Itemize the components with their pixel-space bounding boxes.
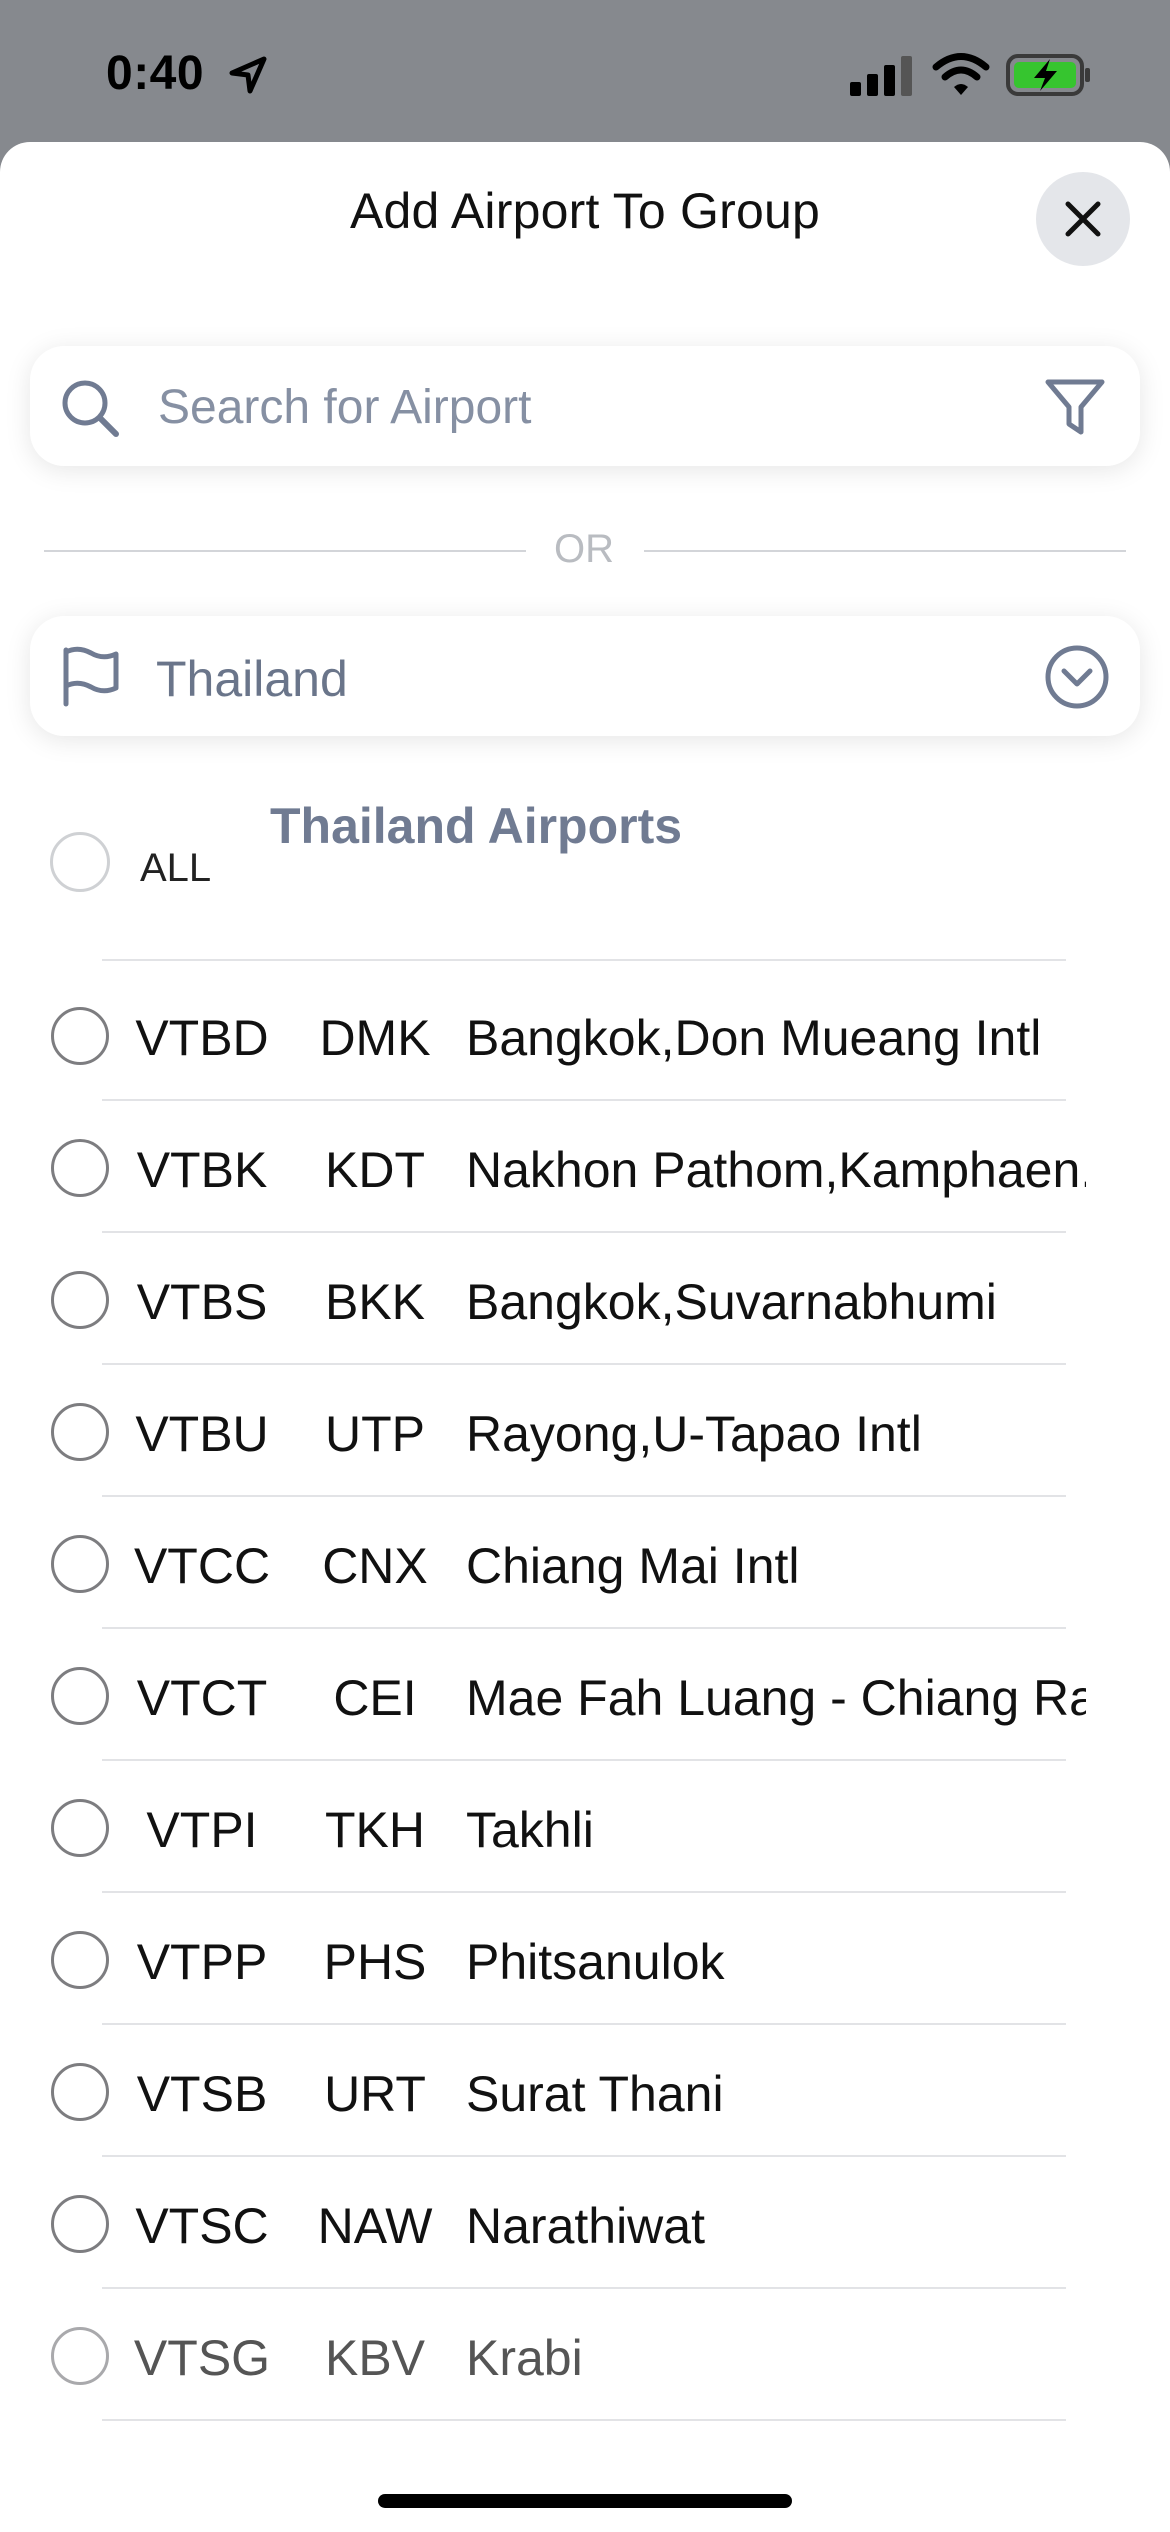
airport-name: Takhli [466, 1802, 594, 1858]
airport-name: Nakhon Pathom,Kamphaen.. [466, 1142, 1086, 1198]
airport-row[interactable]: VTCT CEI Mae Fah Luang - Chiang Ra.. [0, 1629, 1170, 1761]
airport-iata: CNX [322, 1538, 428, 1594]
airport-radio[interactable] [51, 1403, 109, 1461]
airport-iata: KDT [325, 1142, 425, 1198]
list-divider [102, 959, 1066, 961]
airport-row[interactable]: VTSG KBV Krabi [0, 2289, 1170, 2421]
airport-icao: VTSC [135, 2198, 269, 2254]
or-label: OR [554, 527, 614, 571]
airport-icao: VTPP [136, 1934, 268, 1990]
airport-radio[interactable] [51, 1535, 109, 1593]
airport-iata: URT [324, 2066, 426, 2122]
close-button[interactable] [1036, 172, 1130, 266]
section-title: Thailand Airports [270, 798, 683, 854]
airport-icao: VTSG [133, 2330, 271, 2386]
select-all-label: ALL [140, 846, 212, 890]
airport-iata: UTP [325, 1406, 425, 1462]
wifi-icon [932, 53, 990, 95]
airport-radio[interactable] [51, 2063, 109, 2121]
airport-iata: PHS [323, 1934, 427, 1990]
status-time: 0:40 [106, 47, 205, 100]
airport-radio[interactable] [51, 1139, 109, 1197]
chevron-down-circle-icon[interactable] [1044, 644, 1110, 710]
airport-row[interactable]: VTSC NAW Narathiwat [0, 2157, 1170, 2289]
country-select-value: Thailand [156, 651, 348, 707]
airport-icao: VTBK [136, 1142, 268, 1198]
airport-icao: VTCT [136, 1670, 268, 1726]
airport-name: Krabi [466, 2330, 583, 2386]
search-input[interactable] [156, 346, 1040, 468]
select-all-radio[interactable] [50, 832, 110, 892]
airport-name: Mae Fah Luang - Chiang Ra.. [466, 1670, 1086, 1726]
airport-row[interactable]: VTPI TKH Takhli [0, 1761, 1170, 1893]
airport-radio[interactable] [51, 1667, 109, 1725]
add-airport-sheet: Add Airport To Group OR Thailand ALL [0, 142, 1170, 2532]
airport-radio[interactable] [51, 1271, 109, 1329]
filter-icon[interactable] [1044, 376, 1106, 438]
airport-icao: VTPI [146, 1802, 258, 1858]
airport-row[interactable]: VTBS BKK Bangkok,Suvarnabhumi [0, 1233, 1170, 1365]
airport-row[interactable]: VTBU UTP Rayong,U-Tapao Intl [0, 1365, 1170, 1497]
airport-radio[interactable] [51, 2327, 109, 2385]
airport-iata: BKK [324, 1274, 426, 1330]
airport-name: Bangkok,Suvarnabhumi [466, 1274, 997, 1330]
battery-charging-icon [1006, 54, 1090, 96]
location-arrow-icon [229, 56, 267, 94]
airport-row[interactable]: VTSB URT Surat Thani [0, 2025, 1170, 2157]
airport-name: Chiang Mai Intl [466, 1538, 800, 1594]
airport-icao: VTBD [135, 1010, 269, 1066]
airport-name: Phitsanulok [466, 1934, 725, 1990]
airport-iata: KBV [324, 2330, 426, 2386]
airport-radio[interactable] [51, 1799, 109, 1857]
airport-iata: DMK [319, 1010, 431, 1066]
separator-line-right [644, 550, 1126, 552]
airport-row[interactable]: VTBK KDT Nakhon Pathom,Kamphaen.. [0, 1101, 1170, 1233]
separator-line-left [44, 550, 526, 552]
airport-icao: VTSB [136, 2066, 268, 2122]
airport-row[interactable]: VTPP PHS Phitsanulok [0, 1893, 1170, 2025]
airport-row[interactable]: VTBD DMK Bangkok,Don Mueang Intl [0, 969, 1170, 1101]
sheet-title: Add Airport To Group [349, 183, 820, 239]
cellular-signal-icon [850, 56, 912, 96]
or-separator: OR [44, 520, 1126, 580]
airport-row[interactable]: VTCC CNX Chiang Mai Intl [0, 1497, 1170, 1629]
flag-icon [63, 646, 119, 707]
airport-icao: VTBS [136, 1274, 268, 1330]
airport-radio[interactable] [51, 1931, 109, 1989]
airport-radio[interactable] [51, 2195, 109, 2253]
airport-iata: TKH [325, 1802, 425, 1858]
airport-name: Bangkok,Don Mueang Intl [466, 1010, 1042, 1066]
airport-name: Surat Thani [466, 2066, 724, 2122]
airport-name: Narathiwat [466, 2198, 705, 2254]
country-select[interactable]: Thailand [30, 616, 1140, 736]
search-icon [62, 380, 119, 437]
airport-list: VTBD DMK Bangkok,Don Mueang Intl VTBK KD… [0, 969, 1170, 2421]
airport-radio[interactable] [51, 1007, 109, 1065]
airport-icao: VTCC [133, 1538, 271, 1594]
airport-icao: VTBU [135, 1406, 269, 1462]
home-indicator[interactable] [378, 2494, 792, 2508]
airport-iata: CEI [333, 1670, 417, 1726]
airport-name: Rayong,U-Tapao Intl [466, 1406, 922, 1462]
close-icon [1065, 201, 1101, 237]
row-divider [102, 2419, 1066, 2421]
status-bar: 0:40 [0, 0, 1170, 150]
airport-iata: NAW [317, 2198, 433, 2254]
search-bar[interactable] [30, 346, 1140, 468]
